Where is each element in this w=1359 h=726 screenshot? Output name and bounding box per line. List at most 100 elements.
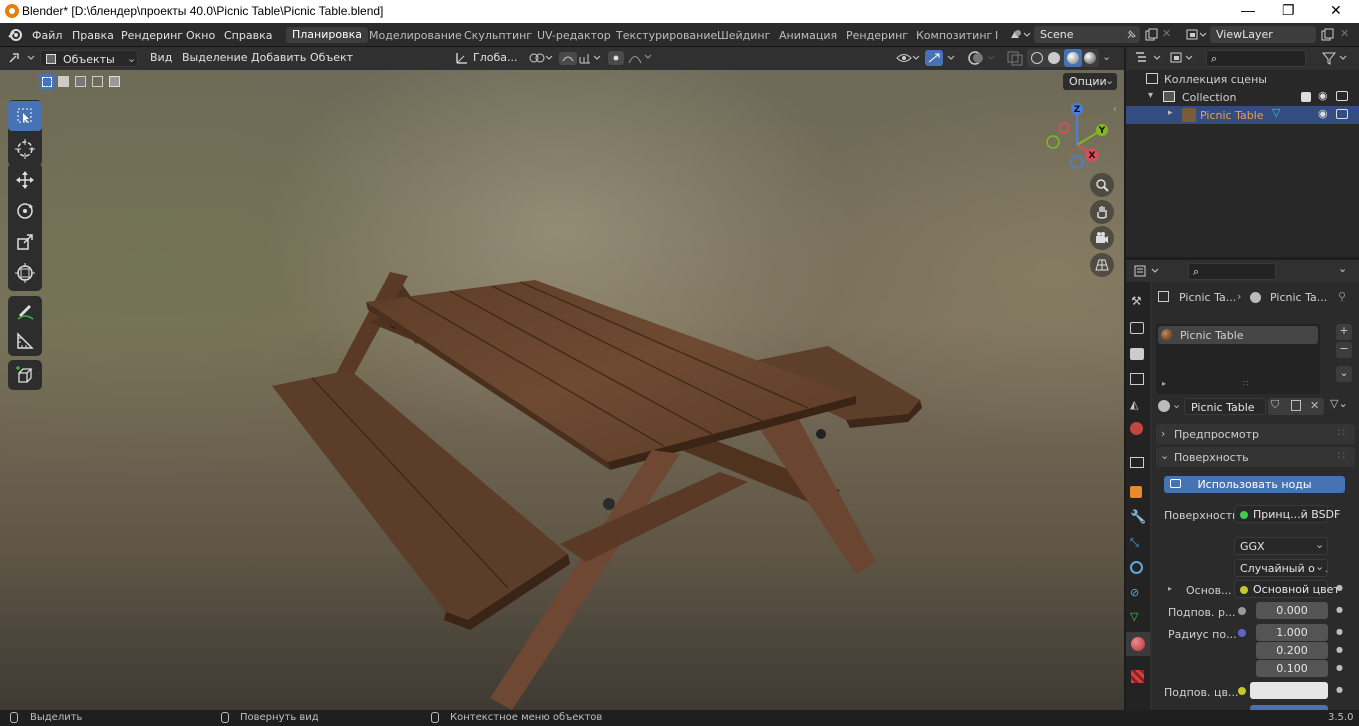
- editor-type-icon[interactable]: [8, 51, 36, 65]
- display-mode-icon[interactable]: [1170, 51, 1198, 65]
- outliner-editor-icon[interactable]: [1134, 51, 1164, 65]
- tab-rendering[interactable]: Рендеринг: [846, 29, 908, 42]
- scene-tab-icon[interactable]: ◭: [1130, 398, 1138, 411]
- proportional-edit-icons[interactable]: [607, 50, 653, 66]
- list-expand-icon[interactable]: ▸: [1162, 379, 1166, 388]
- tab-modeling[interactable]: Моделирование: [369, 29, 462, 42]
- material-slot-item[interactable]: Picnic Table: [1158, 326, 1318, 344]
- subsurface-method-dropdown[interactable]: Случайный об... ⌄: [1234, 559, 1328, 577]
- delete-scene-icon[interactable]: ✕: [1162, 27, 1171, 40]
- tab-shading[interactable]: Шейдинг: [717, 29, 770, 42]
- scene-icon[interactable]: [1009, 28, 1031, 42]
- material-preview-shading-button[interactable]: [1064, 49, 1082, 67]
- slot-specials-button[interactable]: ⌄: [1336, 366, 1352, 382]
- tab-uv-editing[interactable]: UV-редактор: [537, 29, 611, 42]
- blender-menu-icon[interactable]: [8, 28, 22, 42]
- material-tab-active[interactable]: [1126, 632, 1150, 656]
- modifier-tab-icon[interactable]: 🔧: [1130, 510, 1146, 525]
- menu-render[interactable]: Рендеринг: [121, 29, 183, 42]
- use-nodes-button[interactable]: Использовать ноды: [1164, 476, 1345, 493]
- properties-options-chevron-icon[interactable]: ⌄: [1338, 262, 1347, 275]
- keyframe-dot-icon[interactable]: ●: [1336, 645, 1343, 654]
- picnic-table-model[interactable]: [0, 70, 1124, 710]
- keyframe-dot-icon[interactable]: ●: [1336, 583, 1343, 592]
- menu-help[interactable]: Справка: [224, 29, 272, 42]
- subsurface-weight-field[interactable]: 0.000: [1256, 602, 1328, 619]
- data-tab-icon[interactable]: ▽: [1130, 610, 1138, 623]
- mesh-data-icon[interactable]: ▽: [1272, 106, 1280, 119]
- chevron-down-icon[interactable]: ⌄: [1172, 398, 1181, 411]
- snap-increment-icon[interactable]: [578, 51, 604, 65]
- maximize-button[interactable]: ❐: [1282, 2, 1295, 19]
- drag-handle-icon[interactable]: ∷: [1338, 426, 1345, 439]
- output-tab-icon[interactable]: [1130, 348, 1144, 360]
- link-type-icon[interactable]: ▽⌄: [1330, 397, 1348, 410]
- exclude-checkbox[interactable]: [1301, 92, 1311, 102]
- view-layer-tab-icon[interactable]: [1130, 373, 1144, 385]
- delete-view-layer-icon[interactable]: ✕: [1340, 27, 1349, 40]
- subsurface-radius-z-field[interactable]: 0.100: [1256, 660, 1328, 677]
- keyframe-dot-icon[interactable]: ●: [1336, 663, 1343, 672]
- tab-layout[interactable]: Планировка: [286, 27, 368, 43]
- new-view-layer-icon[interactable]: [1320, 28, 1334, 42]
- fake-user-shield-icon[interactable]: ⛉: [1271, 398, 1279, 412]
- duplicate-material-icon[interactable]: [1291, 400, 1301, 411]
- expand-object-icon[interactable]: ▸: [1168, 108, 1173, 118]
- picnic-table-row[interactable]: ▸ Picnic Table ▽ ◉: [1126, 106, 1359, 124]
- overlay-toggle-icon[interactable]: [966, 50, 1006, 66]
- xray-toggle-icon[interactable]: [1006, 50, 1026, 66]
- properties-editor-icon[interactable]: [1134, 264, 1164, 278]
- tab-animation[interactable]: Анимация: [779, 29, 837, 42]
- drag-handle-icon[interactable]: ∷: [1338, 449, 1345, 462]
- pin-icon[interactable]: ⚲: [1338, 290, 1346, 303]
- subsurface-radius-x-field[interactable]: 1.000: [1256, 624, 1328, 641]
- texture-tab-icon[interactable]: [1131, 670, 1144, 683]
- constraints-tab-icon[interactable]: ⊘: [1130, 586, 1139, 599]
- menu-select[interactable]: Выделение: [182, 51, 248, 64]
- shading-options-chevron-icon[interactable]: ⌄: [1102, 50, 1111, 63]
- render-tab-icon[interactable]: [1130, 322, 1144, 334]
- render-camera-icon[interactable]: [1336, 91, 1348, 101]
- new-scene-icon[interactable]: [1144, 28, 1158, 42]
- wireframe-shading-icon[interactable]: [1031, 52, 1043, 64]
- keyframe-dot-icon[interactable]: ●: [1336, 685, 1343, 694]
- eye-icon[interactable]: ◉: [1318, 107, 1328, 120]
- keyframe-dot-icon[interactable]: ●: [1336, 605, 1343, 614]
- list-resize-handle[interactable]: ∷: [1243, 379, 1248, 388]
- filter-icon[interactable]: [1322, 51, 1352, 65]
- distribution-dropdown[interactable]: GGX ⌄: [1234, 537, 1328, 555]
- tool-tab-icon[interactable]: ⚒: [1131, 294, 1142, 308]
- remove-slot-button[interactable]: −: [1336, 342, 1352, 358]
- rendered-shading-icon[interactable]: [1084, 52, 1096, 64]
- minimize-button[interactable]: —: [1241, 2, 1255, 18]
- tab-compositing[interactable]: Композитинг: [916, 29, 992, 42]
- collection-tab-icon[interactable]: [1130, 457, 1144, 468]
- expand-collection-icon[interactable]: ▾: [1148, 90, 1153, 101]
- subsurface-radius-y-field[interactable]: 0.200: [1256, 642, 1328, 659]
- physics-tab-icon[interactable]: [1130, 561, 1143, 574]
- material-name-field[interactable]: Picnic Table: [1184, 398, 1266, 415]
- object-tab-icon[interactable]: [1130, 486, 1142, 498]
- world-tab-icon[interactable]: [1130, 422, 1143, 435]
- base-color-field[interactable]: Основной цвет: [1234, 580, 1340, 598]
- render-camera-icon[interactable]: [1336, 109, 1348, 119]
- menu-edit[interactable]: Правка: [72, 29, 114, 42]
- menu-object[interactable]: Объект: [310, 51, 353, 64]
- collection-row[interactable]: ▾ Collection ◉: [1126, 88, 1359, 106]
- orientation-dropdown[interactable]: Глоба...: [473, 51, 517, 64]
- base-color-expand-icon[interactable]: ▸: [1168, 584, 1172, 593]
- surface-panel-header[interactable]: ⌄ Поверхность ∷: [1156, 447, 1355, 467]
- eye-icon[interactable]: ◉: [1318, 89, 1328, 102]
- tab-texture-paint[interactable]: Текстурирование: [616, 29, 717, 42]
- add-slot-button[interactable]: +: [1336, 324, 1352, 340]
- view-layer-field[interactable]: ViewLayer: [1210, 26, 1316, 43]
- menu-file[interactable]: Файл: [32, 29, 62, 42]
- menu-add[interactable]: Добавить: [251, 51, 306, 64]
- close-button[interactable]: ✕: [1330, 2, 1342, 19]
- mode-dropdown[interactable]: Объекты ⌄: [40, 50, 138, 67]
- properties-search-input[interactable]: ⌕: [1188, 263, 1276, 280]
- material-browse-icon[interactable]: [1158, 400, 1170, 412]
- visibility-gizmo-toggles[interactable]: [895, 50, 965, 66]
- outliner-search-input[interactable]: ⌕: [1206, 50, 1306, 67]
- scene-collection-row[interactable]: Коллекция сцены: [1126, 70, 1359, 88]
